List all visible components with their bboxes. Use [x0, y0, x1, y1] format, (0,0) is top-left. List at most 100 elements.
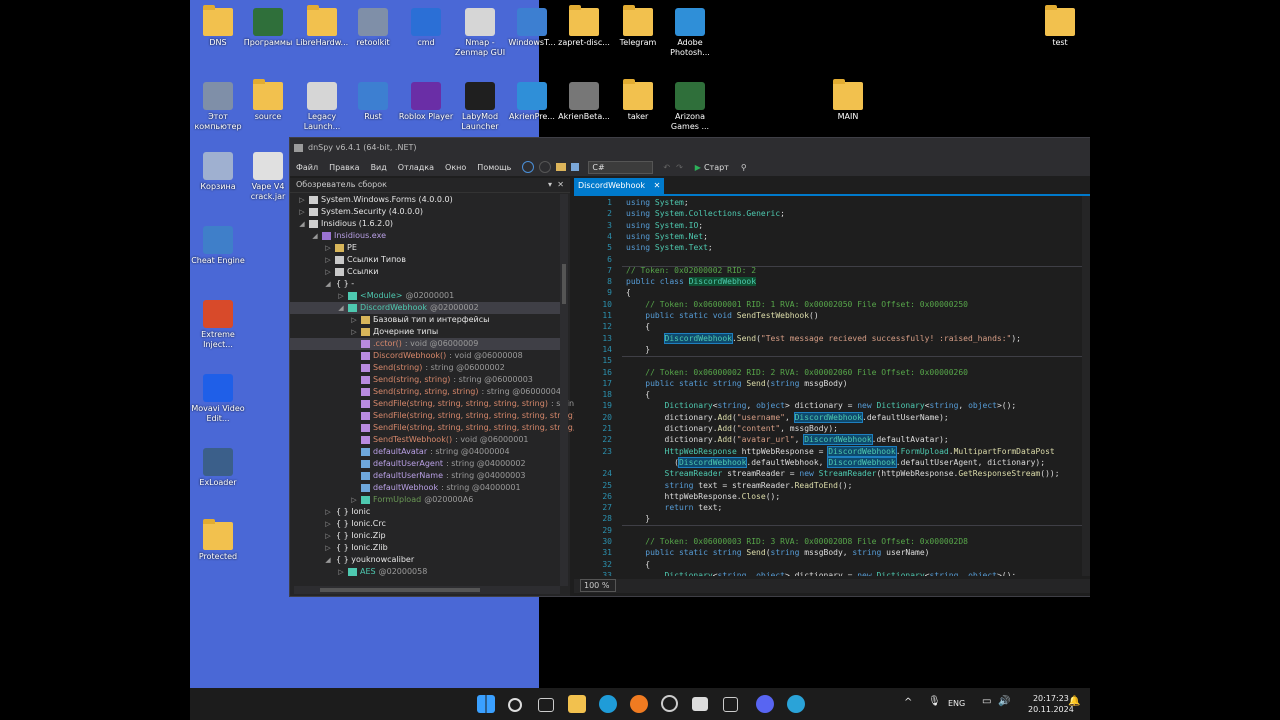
- code-line[interactable]: using System.Text;: [626, 243, 713, 252]
- tree-item[interactable]: ▷ System.Security (4.0.0.0): [290, 206, 560, 218]
- desktop-icon[interactable]: taker: [610, 79, 666, 122]
- code-line[interactable]: DiscordWebhook.Send("Test message reciev…: [626, 332, 1021, 344]
- dnspy-taskbar-icon[interactable]: [723, 697, 738, 712]
- tree-item[interactable]: defaultUserName: string @04000003: [290, 470, 560, 482]
- tree-item[interactable]: ▷ Дочерние типы: [290, 326, 560, 338]
- desktop-icon[interactable]: AkrienBeta...: [556, 82, 612, 122]
- desktop-icon[interactable]: Extreme Inject...: [190, 300, 246, 350]
- collapse-arrow-icon[interactable]: ◢: [311, 230, 319, 242]
- menu-edit[interactable]: Правка: [329, 163, 359, 172]
- desktop-icon[interactable]: MAIN: [820, 79, 876, 122]
- edge-icon[interactable]: [599, 695, 617, 713]
- tree-item[interactable]: .cctor(): void @06000009: [290, 338, 560, 350]
- tree-item[interactable]: ◢ DiscordWebhook @02000002: [290, 302, 560, 314]
- code-line[interactable]: HttpWebResponse httpWebResponse = Discor…: [626, 445, 1055, 457]
- tree-item[interactable]: ◢ { } youknowcaliber: [290, 554, 560, 566]
- tree-item[interactable]: SendFile(string, string, string, string,…: [290, 422, 575, 434]
- desktop-icon[interactable]: zapret-disc...: [556, 5, 612, 48]
- expand-arrow-icon[interactable]: ▷: [324, 254, 332, 266]
- tree-vertical-scrollbar[interactable]: [560, 194, 568, 586]
- desktop-icon[interactable]: LabyMod Launcher: [452, 82, 508, 132]
- desktop-icon[interactable]: Roblox Player: [398, 82, 454, 122]
- save-icon[interactable]: [571, 163, 580, 171]
- desktop-icon[interactable]: Программы: [240, 8, 296, 48]
- code-line[interactable]: (DiscordWebhook.defaultWebhook, DiscordW…: [626, 456, 1045, 468]
- expand-arrow-icon[interactable]: ▷: [337, 290, 345, 302]
- code-line[interactable]: // Token: 0x06000003 RID: 3 RVA: 0x00002…: [626, 537, 968, 546]
- desktop-icon[interactable]: LibreHardw...: [294, 5, 350, 48]
- tree-item[interactable]: ◢ Insidious (1.6.2.0): [290, 218, 560, 230]
- network-icon[interactable]: ▭: [982, 696, 991, 707]
- code-editor[interactable]: 1 using System; 2 using System.Collections.…: [574, 196, 1090, 576]
- code-line[interactable]: {: [626, 322, 650, 331]
- desktop-icon[interactable]: Корзина: [190, 152, 246, 192]
- expand-arrow-icon[interactable]: ▷: [350, 326, 358, 338]
- code-line[interactable]: string text = streamReader.ReadToEnd();: [626, 481, 853, 490]
- tree-item[interactable]: SendFile(string, string, string, string,…: [290, 410, 576, 422]
- terminal-icon[interactable]: [692, 697, 708, 711]
- tree-item[interactable]: SendFile(string, string, string, string,…: [290, 398, 579, 410]
- code-line[interactable]: public static string Send(string mssgBod…: [626, 548, 929, 557]
- desktop-icon[interactable]: Arizona Games ...: [662, 82, 718, 132]
- forward-icon[interactable]: [539, 161, 552, 173]
- code-line[interactable]: return text;: [626, 503, 723, 512]
- desktop-icon[interactable]: cmd: [398, 8, 454, 48]
- desktop-icon[interactable]: Vape V4 crack.jar: [240, 152, 296, 202]
- code-line[interactable]: Dictionary<string, object> dictionary = …: [626, 401, 1017, 410]
- code-line[interactable]: using System.Collections.Generic;: [626, 209, 785, 218]
- menu-file[interactable]: Файл: [296, 163, 318, 172]
- back-icon[interactable]: [522, 161, 535, 173]
- assembly-tree[interactable]: ▷ System.Windows.Forms (4.0.0.0) ▷ System.S…: [290, 194, 579, 578]
- code-line[interactable]: using System.Net;: [626, 232, 708, 241]
- tree-item[interactable]: ▷ { } Ionic.Zlib: [290, 542, 560, 554]
- expand-arrow-icon[interactable]: ▷: [324, 542, 332, 554]
- tree-item[interactable]: Send(string): string @06000002: [290, 362, 560, 374]
- collapse-arrow-icon[interactable]: ◢: [324, 554, 332, 566]
- language-select[interactable]: C#: [588, 160, 654, 174]
- expand-arrow-icon[interactable]: ▷: [324, 242, 332, 254]
- code-line[interactable]: dictionary.Add("content", mssgBody);: [626, 424, 838, 433]
- collapse-arrow-icon[interactable]: ◢: [324, 278, 332, 290]
- menu-view[interactable]: Вид: [371, 163, 387, 172]
- tree-item[interactable]: SendTestWebhook(): void @06000001: [290, 434, 560, 446]
- tree-horizontal-scrollbar[interactable]: [294, 586, 560, 594]
- tree-item[interactable]: ▷ AES @02000058: [290, 566, 560, 578]
- desktop-icon[interactable]: ExLoader: [190, 448, 246, 488]
- code-line[interactable]: }: [626, 345, 650, 354]
- desktop-icon[interactable]: Rust: [345, 82, 401, 122]
- code-line[interactable]: // Token: 0x02000002 RID: 2: [626, 266, 756, 275]
- firefox-icon[interactable]: [630, 695, 648, 713]
- desktop-icon[interactable]: Cheat Engine: [190, 226, 246, 266]
- tree-item[interactable]: Send(string, string): string @06000003: [290, 374, 560, 386]
- tree-item[interactable]: defaultWebhook: string @04000001: [290, 482, 560, 494]
- start-debug-button[interactable]: Старт: [695, 163, 729, 172]
- code-line[interactable]: using System.IO;: [626, 221, 703, 230]
- start-icon[interactable]: [477, 695, 495, 713]
- undo-icon[interactable]: ↶: [663, 163, 670, 172]
- chevron-up-icon[interactable]: ^: [904, 697, 912, 708]
- tree-item[interactable]: ▷ { } Ionic.Zip: [290, 530, 560, 542]
- clock[interactable]: 20:17:23 20.11.2024: [1028, 693, 1074, 715]
- tree-item[interactable]: ◢ Insidious.exe: [290, 230, 560, 242]
- expand-arrow-icon[interactable]: ▷: [324, 506, 332, 518]
- editor-vertical-scrollbar[interactable]: [1082, 196, 1090, 576]
- desktop-icon[interactable]: test: [1032, 5, 1088, 48]
- code-line[interactable]: StreamReader streamReader = new StreamRe…: [626, 469, 1060, 478]
- file-explorer-icon[interactable]: [568, 695, 586, 713]
- code-line[interactable]: {: [626, 288, 631, 297]
- collapse-arrow-icon[interactable]: ◢: [337, 302, 345, 314]
- discord-icon[interactable]: [756, 695, 774, 713]
- expand-arrow-icon[interactable]: ▷: [350, 314, 358, 326]
- chrome-icon[interactable]: [661, 695, 678, 712]
- tree-item[interactable]: ◢ { } -: [290, 278, 560, 290]
- code-line[interactable]: public class DiscordWebhook: [626, 277, 757, 287]
- tree-item[interactable]: defaultAvatar: string @04000004: [290, 446, 560, 458]
- menu-help[interactable]: Помощь: [477, 163, 511, 172]
- tree-item[interactable]: defaultUserAgent: string @04000002: [290, 458, 560, 470]
- code-line[interactable]: httpWebResponse.Close();: [626, 492, 781, 501]
- collapse-arrow-icon[interactable]: ◢: [298, 218, 306, 230]
- code-line[interactable]: {: [626, 390, 650, 399]
- redo-icon[interactable]: ↷: [676, 163, 683, 172]
- tree-item[interactable]: ▷ PE: [290, 242, 560, 254]
- menu-window[interactable]: Окно: [445, 163, 466, 172]
